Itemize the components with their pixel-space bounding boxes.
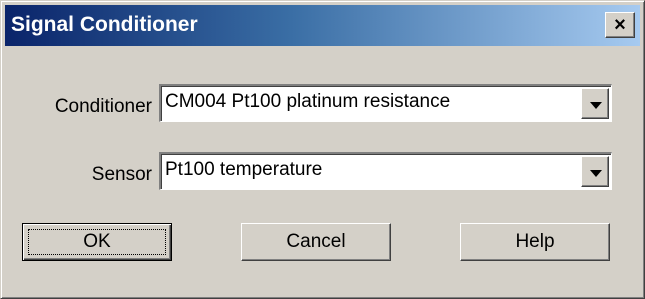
help-button-label: Help [515, 231, 555, 252]
help-button[interactable]: Help [460, 223, 610, 261]
close-button[interactable]: × [605, 12, 635, 38]
ok-button[interactable]: OK [22, 223, 172, 261]
focus-ring [28, 229, 166, 255]
window-title: Signal Conditioner [11, 13, 198, 36]
sensor-value: Pt100 temperature [165, 159, 323, 180]
conditioner-label: Conditioner [54, 96, 152, 117]
close-icon: × [614, 14, 626, 36]
sensor-label: Sensor [91, 164, 152, 185]
cancel-button-label: Cancel [286, 231, 346, 252]
conditioner-select[interactable]: CM004 Pt100 platinum resistance [159, 84, 612, 122]
signal-conditioner-dialog: Signal Conditioner × Conditioner CM004 P… [0, 0, 645, 299]
sensor-dropdown-arrow-icon[interactable] [581, 156, 609, 187]
title-bar[interactable]: Signal Conditioner × [5, 5, 640, 46]
sensor-select[interactable]: Pt100 temperature [159, 152, 612, 190]
conditioner-value: CM004 Pt100 platinum resistance [165, 91, 451, 112]
cancel-button[interactable]: Cancel [241, 223, 391, 261]
conditioner-dropdown-arrow-icon[interactable] [581, 88, 609, 119]
